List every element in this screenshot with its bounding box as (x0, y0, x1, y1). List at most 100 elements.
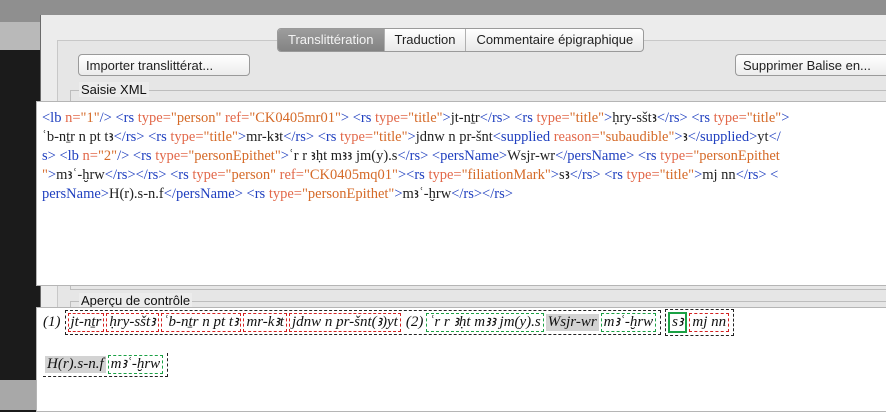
xml-token: <rs (170, 167, 193, 183)
line-number: (1) (43, 314, 61, 330)
xml-line: <lb n="1"/> <rs type="person" ref="CK040… (42, 109, 886, 128)
xml-token: mꜣʿ-ḫrw (402, 186, 452, 202)
xml-token: </rs> < (735, 167, 779, 183)
xml-token: H(r).s-n.f (108, 186, 164, 202)
xml-token: > (397, 167, 407, 183)
import-transliteration-button[interactable]: Importer translittérat... (78, 54, 250, 76)
tab-bar: Translittération Traduction Commentaire … (277, 28, 645, 52)
xml-token: "title" (569, 110, 605, 126)
xml-token: type= (268, 186, 302, 202)
xml-token: "title" (203, 129, 238, 145)
xml-token: </rs> (283, 129, 318, 145)
xml-token: type= (536, 110, 570, 126)
xml-token: reason= (553, 129, 600, 145)
xml-source-text[interactable]: <lb n="1"/> <rs type="person" ref="CK040… (42, 109, 886, 204)
xml-token: "2" (97, 148, 118, 164)
xml-token: "CK0405mr01" (249, 110, 341, 126)
xml-token: Wsjr-wr (507, 148, 556, 164)
person-box-2-continued: H(r).s-n.f mꜣʿ-ḫrw (43, 353, 169, 377)
xml-token: persName> (42, 186, 109, 202)
xml-token: "person" (225, 167, 280, 183)
preview-panel: (1) jt-nṯr ḥry-sštꜣ ʿb-nṯr n pt tꜣ mr-kꜣ… (36, 307, 886, 412)
xml-token: <supplied (492, 129, 554, 145)
xml-token: mꜣʿ-ḫrw (56, 167, 105, 183)
preview-line-1: (1) jt-nṯr ḥry-sštꜣ ʿb-nṯr n pt tꜣ mr-kꜣ… (43, 309, 735, 336)
xml-token: n= (82, 148, 98, 164)
xml-token: </rs> (113, 129, 149, 145)
xml-token: </rs> (479, 110, 515, 126)
xml-token: type= (713, 110, 747, 126)
person-box: jt-nṯr ḥry-sštꜣ ʿb-nṯr n pt tꜣ mr-kꜣt jd… (64, 310, 662, 335)
epithet-segment: mꜣʿ-ḫrw (107, 355, 164, 374)
xml-token: <rs (604, 167, 627, 183)
xml-group-label: Saisie XML (79, 82, 149, 97)
tab-epigraphic-commentary[interactable]: Commentaire épigraphique (466, 29, 643, 51)
tab-transliteration[interactable]: Translittération (278, 29, 385, 51)
xml-token: <rs (148, 129, 171, 145)
xml-token: <rs (637, 148, 661, 164)
xml-token: "title" (373, 129, 408, 145)
xml-token: <rs (352, 110, 375, 126)
xml-token: <rs (691, 110, 714, 126)
xml-token: <rs (317, 129, 340, 145)
line-number: (2) (405, 314, 424, 330)
xml-token: > (394, 186, 403, 202)
person-name: Wsjr-wr (545, 314, 599, 331)
xml-token: > (237, 129, 247, 145)
xml-token: "subaudible" (599, 129, 675, 145)
title-segment: ḥry-sštꜣ (106, 313, 159, 332)
person-box-2: sꜣ mj nn (665, 309, 735, 336)
xml-token: <lb (42, 110, 66, 126)
xml-token: "filiationMark" (461, 167, 551, 183)
xml-token: type= (660, 148, 694, 164)
tab-translation[interactable]: Traduction (385, 29, 467, 51)
xml-token: > (674, 129, 683, 145)
xml-token: <lb (59, 148, 83, 164)
xml-token: </ (768, 129, 781, 145)
title-segment: mr-kꜣt (243, 313, 287, 332)
preview-line-2: H(r).s-n.f mꜣʿ-ḫrw (43, 353, 169, 377)
xml-token: mj nn (702, 167, 736, 183)
remove-tag-button[interactable]: Supprimer Balise en... (735, 54, 886, 76)
xml-token: </rs> (397, 148, 432, 164)
epithet-segment: ʿr r ꜣḥt mꜣꜣ jm(y).s (426, 313, 544, 332)
xml-token: type= (339, 129, 374, 145)
xml-token: ref= (279, 167, 304, 183)
xml-token: </persName> (163, 186, 247, 202)
xml-token: </rs> (569, 167, 605, 183)
xml-token: mr-kꜣt (246, 129, 284, 145)
title-segment: mj nn (689, 313, 730, 332)
title-segment: jdnw n pr-šnt(ꜣ)yt (288, 313, 401, 332)
xml-line: ʿb-nṯr n pt tꜣ</rs> <rs type="title">mr-… (42, 128, 886, 147)
xml-token: > (604, 110, 613, 126)
xml-token: </supplied> (687, 129, 758, 145)
xml-editor[interactable]: <lb n="1"/> <rs type="person" ref="CK040… (36, 101, 886, 286)
xml-line: ">mꜣʿ-ḫrw</rs></rs> <rs type="person" re… (42, 166, 886, 185)
xml-token: "title" (408, 110, 443, 126)
xml-token: type= (137, 110, 171, 126)
xml-token: "title" (746, 110, 782, 126)
xml-token: </rs></rs> (104, 167, 171, 183)
xml-token: "1" (80, 110, 100, 126)
xml-token: type= (192, 167, 226, 183)
xml-token: > (781, 110, 790, 126)
xml-token: ʿr r ꜣḥt mꜣꜣ jm(y).s (288, 148, 398, 164)
xml-token: "personEpithet" (188, 148, 281, 164)
xml-token: <persName> (431, 148, 508, 164)
xml-token: "personEpithet (693, 148, 780, 164)
xml-token: /> (99, 110, 116, 126)
xml-token: ḥry-sštꜣ (612, 110, 657, 126)
xml-token: > (550, 167, 559, 183)
xml-token: /> (117, 148, 133, 164)
xml-line: persName>H(r).s-n.f</persName> <rs type=… (42, 185, 886, 204)
xml-token: > (47, 167, 57, 183)
title-segment: ʿb-nṯr n pt tꜣ (160, 313, 242, 332)
xml-token: "personEpithet" (301, 186, 395, 202)
xml-token: </rs></rs> (451, 186, 513, 202)
xml-token: s> (42, 148, 60, 164)
epithet-segment: mꜣʿ-ḫrw (600, 313, 657, 332)
xml-token: yt (757, 129, 769, 145)
xml-token: > (340, 110, 353, 126)
xml-token: <rs (246, 186, 269, 202)
xml-token: ref= (225, 110, 250, 126)
